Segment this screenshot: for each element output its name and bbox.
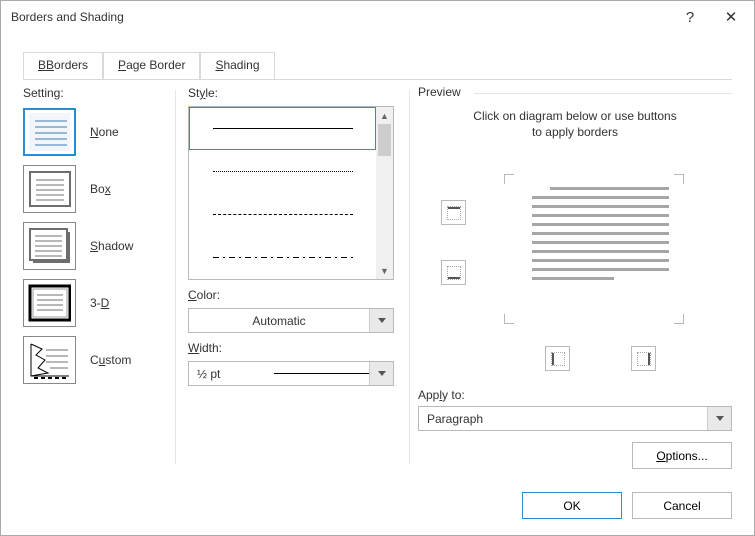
preview-area [418,156,732,356]
dialog-window: Borders and Shading ? ✕ BBorders Page Bo… [0,0,755,536]
apply-to-combo[interactable]: Paragraph [418,406,732,431]
preview-diagram[interactable] [504,174,684,324]
scroll-thumb[interactable] [378,124,391,156]
ok-button[interactable]: OK [522,492,622,519]
color-combo[interactable]: Automatic [188,308,394,333]
cancel-button[interactable]: Cancel [632,492,732,519]
border-left-toggle[interactable] [545,346,570,371]
setting-3d-label: 3-D [90,296,109,310]
tab-borders-label: Borders [46,58,88,72]
tab-page-border-label: Page Border [118,58,185,72]
close-button[interactable]: ✕ [708,1,754,33]
tab-borders[interactable]: BBorders [23,52,103,79]
setting-none-label: None [90,125,119,139]
setting-box-label: Box [90,182,111,196]
tab-bar: BBorders Page Border Shading [23,52,275,79]
tab-page-border[interactable]: Page Border [103,52,200,79]
color-value: Automatic [189,314,369,328]
style-heading: Style: [188,86,394,100]
color-heading: Color: [188,288,394,302]
button-bar: OK Cancel [522,492,732,519]
scroll-down-icon[interactable]: ▼ [376,262,393,279]
divider [409,90,410,464]
divider [175,90,176,464]
scroll-up-icon[interactable]: ▲ [376,107,393,124]
width-dropdown-icon[interactable] [369,362,393,385]
border-top-toggle[interactable] [441,200,466,225]
width-heading: Width: [188,341,394,355]
preview-rule [474,93,732,94]
preview-heading: Preview [418,85,461,99]
color-dropdown-icon[interactable] [369,309,393,332]
setting-shadow-icon[interactable] [23,222,76,270]
window-title: Borders and Shading [11,10,124,24]
apply-to-heading: Apply to: [418,388,465,402]
border-right-toggle[interactable] [631,346,656,371]
style-listbox[interactable]: ▲ ▼ [188,106,394,280]
style-item-dashdot[interactable] [189,236,376,279]
apply-to-dropdown-icon[interactable] [707,407,731,430]
setting-shadow-label: Shadow [90,239,133,253]
options-button[interactable]: Options... [632,442,732,469]
titlebar: Borders and Shading ? ✕ [1,1,754,33]
preview-caption: Click on diagram below or use buttonsto … [418,108,732,140]
setting-box-icon[interactable] [23,165,76,213]
style-item-dashed[interactable] [189,193,376,236]
help-button[interactable]: ? [672,1,708,33]
style-column: Style: ▲ ▼ Color: Automatic Wi [188,86,394,386]
style-item-solid[interactable] [189,107,376,150]
setting-column: Setting: None Box Shadow [23,86,158,393]
style-scrollbar[interactable]: ▲ ▼ [376,107,393,279]
width-combo[interactable]: ½ pt [188,361,394,386]
setting-custom-icon[interactable] [23,336,76,384]
border-bottom-toggle[interactable] [441,260,466,285]
width-preview-line [274,373,369,374]
tab-shading-label: Shading [215,58,259,72]
setting-custom-label: Custom [90,353,131,367]
tab-divider [23,79,732,80]
width-value: ½ pt [189,367,264,381]
tab-shading[interactable]: Shading [200,52,274,79]
setting-heading: Setting: [23,86,158,100]
preview-column: Preview Click on diagram below or use bu… [418,86,732,470]
style-item-dotted[interactable] [189,150,376,193]
setting-3d-icon[interactable] [23,279,76,327]
setting-none-icon[interactable] [23,108,76,156]
apply-to-value: Paragraph [419,412,707,426]
